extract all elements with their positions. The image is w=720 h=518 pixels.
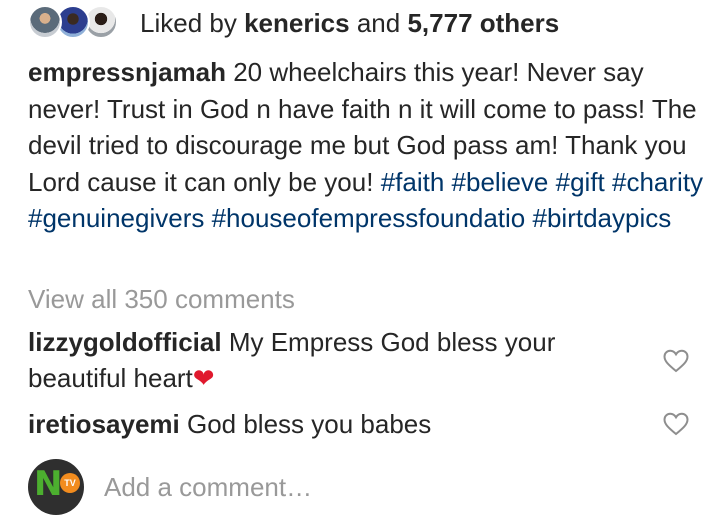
post-caption: empressnjamah 20 wheelchairs this year! … xyxy=(28,54,708,237)
view-all-comments-link[interactable]: View all 350 comments xyxy=(28,284,295,315)
hashtag-link[interactable]: #birtdaypics xyxy=(533,203,672,233)
comment-text: God bless you babes xyxy=(186,409,432,439)
comment-username[interactable]: iretiosayemi xyxy=(28,409,180,439)
likes-count-link[interactable]: 5,777 others xyxy=(407,8,559,38)
hashtag-link[interactable]: #gift xyxy=(556,167,605,197)
current-user-avatar[interactable]: N TV xyxy=(28,459,84,515)
add-comment-row: N TV xyxy=(28,458,664,516)
liker-avatars[interactable] xyxy=(28,3,128,43)
hashtag-link[interactable]: #believe xyxy=(452,167,549,197)
comment-item: iretiosayemi God bless you babes xyxy=(28,406,648,442)
likes-conjunction: and xyxy=(356,7,401,38)
heart-outline-icon xyxy=(663,349,689,373)
caption-username[interactable]: empressnjamah xyxy=(28,57,226,87)
comment-item: lizzygoldofficial My Empress God bless y… xyxy=(28,324,648,396)
avatar-logo-badge: TV xyxy=(60,473,80,493)
comment-username[interactable]: lizzygoldofficial xyxy=(28,327,222,357)
hashtag-link[interactable]: #faith xyxy=(381,167,445,197)
likes-prefix: Liked by xyxy=(140,7,237,38)
comment-like-heart-icon[interactable] xyxy=(663,412,689,436)
likes-row: Liked by kenerics and 5,777 others xyxy=(28,2,559,44)
heart-emoji: ❤ xyxy=(192,363,215,393)
liked-by-user-link[interactable]: kenerics xyxy=(244,8,350,38)
add-comment-input[interactable] xyxy=(104,467,664,507)
hashtag-link[interactable]: #charity xyxy=(612,167,703,197)
avatar-logo-letter: N xyxy=(34,464,63,504)
heart-outline-icon xyxy=(663,412,689,436)
comment-like-heart-icon[interactable] xyxy=(663,349,689,373)
hashtag-link[interactable]: #houseofempressfoundatio xyxy=(212,203,526,233)
hashtag-link[interactable]: #genuinegivers xyxy=(28,203,204,233)
liker-avatar[interactable] xyxy=(28,5,62,39)
likes-summary[interactable]: Liked by kenerics and 5,777 others xyxy=(140,8,559,39)
